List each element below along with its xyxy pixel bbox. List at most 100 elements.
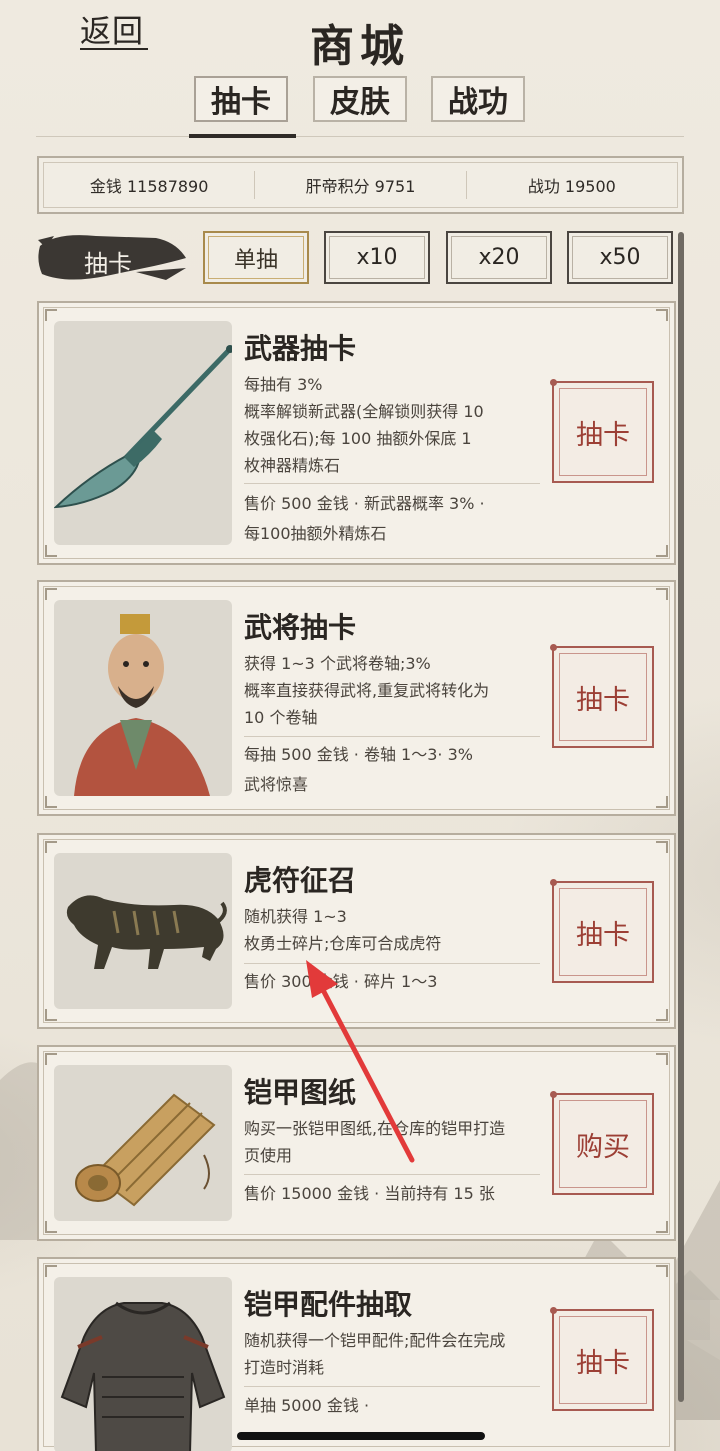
card-corner — [656, 1053, 668, 1065]
header-divider — [36, 136, 684, 137]
desc-line: 购买一张铠甲图纸,在仓库的铠甲打造 — [244, 1119, 506, 1138]
button-corner-dot — [550, 1091, 557, 1098]
card-general-draw: 武将抽卡 获得 1~3 个武将卷轴;3% 概率直接获得武将,重复武将转化为 10… — [37, 580, 676, 816]
card-corner — [45, 588, 57, 600]
card-corner — [45, 1009, 57, 1021]
card-price: 售价 300 金钱 · 碎片 1～3 — [244, 967, 544, 997]
card-description: 获得 1~3 个武将卷轴;3% 概率直接获得武将,重复武将转化为 10 个卷轴 — [244, 650, 542, 731]
tab-merit[interactable]: 战功 — [431, 76, 525, 122]
card-corner — [656, 841, 668, 853]
card-corner — [45, 1053, 57, 1065]
draw-section-label: 抽卡 — [84, 250, 132, 278]
draw-button[interactable]: 抽卡 — [550, 879, 654, 983]
card-corner — [656, 545, 668, 557]
card-corner — [45, 545, 57, 557]
merit-balance: 战功 19500 — [527, 177, 616, 196]
card-price: 售价 15000 金钱 · 当前持有 15 张 — [244, 1179, 544, 1209]
card-corner — [656, 1009, 668, 1021]
card-corner — [656, 309, 668, 321]
guandao-weapon-icon — [54, 321, 232, 545]
card-armor-part-draw: 铠甲配件抽取 随机获得一个铠甲配件;配件会在完成 打造时消耗 单抽 5000 金… — [37, 1257, 676, 1451]
button-label: 抽卡 — [576, 684, 630, 716]
desc-line: 每抽有 3% — [244, 375, 323, 394]
desc-line: 枚强化石);每 100 抽额外保底 1 — [244, 429, 472, 448]
card-description: 随机获得一个铠甲配件;配件会在完成 打造时消耗 — [244, 1327, 542, 1381]
buy-button[interactable]: 购买 — [550, 1091, 654, 1195]
price-line: 每100抽额外精炼石 — [244, 524, 387, 543]
button-corner-dot — [550, 379, 557, 386]
card-price: 售价 500 金钱 · 新武器概率 3% · 每100抽额外精炼石 — [244, 489, 544, 549]
tab-draw[interactable]: 抽卡 — [194, 76, 288, 122]
draw-button[interactable]: 抽卡 — [550, 644, 654, 748]
desc-line: 随机获得 1~3 — [244, 907, 347, 926]
desc-line: 页使用 — [244, 1146, 293, 1165]
price-line: 武将惊喜 — [244, 775, 309, 794]
general-portrait-icon — [54, 600, 232, 796]
option-single-draw[interactable]: 单抽 — [203, 231, 309, 284]
page-title: 商城 — [310, 21, 410, 72]
option-x10[interactable]: x10 — [324, 231, 430, 284]
button-label: 抽卡 — [576, 419, 630, 451]
desc-line: 枚神器精炼石 — [244, 456, 341, 475]
card-weapon-draw: 武器抽卡 每抽有 3% 概率解锁新武器(全解锁则获得 10 枚强化石);每 10… — [37, 301, 676, 565]
card-corner — [45, 841, 57, 853]
option-x20[interactable]: x20 — [446, 231, 552, 284]
desc-line: 获得 1~3 个武将卷轴;3% — [244, 654, 431, 673]
button-label: 抽卡 — [576, 1347, 630, 1379]
button-corner-dot — [550, 1307, 557, 1314]
card-title: 虎符征召 — [244, 864, 357, 897]
card-corner — [656, 1265, 668, 1277]
desc-line: 10 个卷轴 — [244, 708, 318, 727]
card-corner — [45, 796, 57, 808]
card-divider — [244, 736, 540, 737]
button-label: 购买 — [576, 1131, 630, 1163]
scrollbar-thumb[interactable] — [678, 232, 684, 1402]
button-corner-dot — [550, 644, 557, 651]
card-description: 随机获得 1~3 枚勇士碎片;仓库可合成虎符 — [244, 903, 542, 957]
price-line: 售价 300 金钱 · 碎片 1～3 — [244, 972, 438, 991]
card-price: 单抽 5000 金钱 · — [244, 1391, 544, 1421]
draw-button[interactable]: 抽卡 — [550, 379, 654, 483]
card-title: 武将抽卡 — [244, 611, 357, 644]
card-description: 每抽有 3% 概率解锁新武器(全解锁则获得 10 枚强化石);每 100 抽额外… — [244, 371, 542, 479]
tiger-tally-icon — [54, 853, 232, 1009]
card-divider — [244, 1174, 540, 1175]
card-title: 铠甲配件抽取 — [244, 1288, 413, 1321]
active-tab-indicator — [189, 134, 296, 138]
button-corner-dot — [550, 879, 557, 886]
option-x50[interactable]: x50 — [567, 231, 673, 284]
card-corner — [45, 1221, 57, 1233]
desc-line: 枚勇士碎片;仓库可合成虎符 — [244, 934, 442, 953]
price-line: 售价 500 金钱 · 新武器概率 3% · — [244, 494, 485, 513]
price-line: 售价 15000 金钱 · 当前持有 15 张 — [244, 1184, 495, 1203]
desc-line: 随机获得一个铠甲配件;配件会在完成 — [244, 1331, 506, 1350]
card-divider — [244, 1386, 540, 1387]
card-corner — [656, 796, 668, 808]
price-line: 单抽 5000 金钱 · — [244, 1396, 370, 1415]
card-title: 铠甲图纸 — [244, 1076, 357, 1109]
card-description: 购买一张铠甲图纸,在仓库的铠甲打造 页使用 — [244, 1115, 542, 1169]
desc-line: 概率直接获得武将,重复武将转化为 — [244, 681, 490, 700]
desc-line: 概率解锁新武器(全解锁则获得 10 — [244, 402, 484, 421]
points-balance: 肝帝积分 9751 — [305, 177, 416, 196]
card-corner — [656, 588, 668, 600]
draw-button[interactable]: 抽卡 — [550, 1307, 654, 1411]
card-divider — [244, 483, 540, 484]
bamboo-scroll-icon — [54, 1065, 232, 1221]
card-price: 每抽 500 金钱 · 卷轴 1～3· 3% 武将惊喜 — [244, 740, 544, 800]
button-label: 抽卡 — [576, 919, 630, 951]
home-indicator[interactable] — [237, 1432, 485, 1440]
card-corner — [656, 1221, 668, 1233]
card-armor-blueprint: 铠甲图纸 购买一张铠甲图纸,在仓库的铠甲打造 页使用 售价 15000 金钱 ·… — [37, 1045, 676, 1241]
card-divider — [244, 963, 540, 964]
currency-bar: 金钱 11587890 肝帝积分 9751 战功 19500 — [37, 156, 684, 214]
desc-line: 打造时消耗 — [244, 1358, 325, 1377]
armor-icon — [54, 1277, 232, 1451]
price-line: 每抽 500 金钱 · 卷轴 1～3· 3% — [244, 745, 473, 764]
card-tiger-tally: 虎符征召 随机获得 1~3 枚勇士碎片;仓库可合成虎符 售价 300 金钱 · … — [37, 833, 676, 1029]
card-corner — [45, 309, 57, 321]
card-title: 武器抽卡 — [244, 332, 357, 365]
tab-skins[interactable]: 皮肤 — [313, 76, 407, 122]
money-balance: 金钱 11587890 — [89, 177, 209, 196]
card-corner — [45, 1265, 57, 1277]
